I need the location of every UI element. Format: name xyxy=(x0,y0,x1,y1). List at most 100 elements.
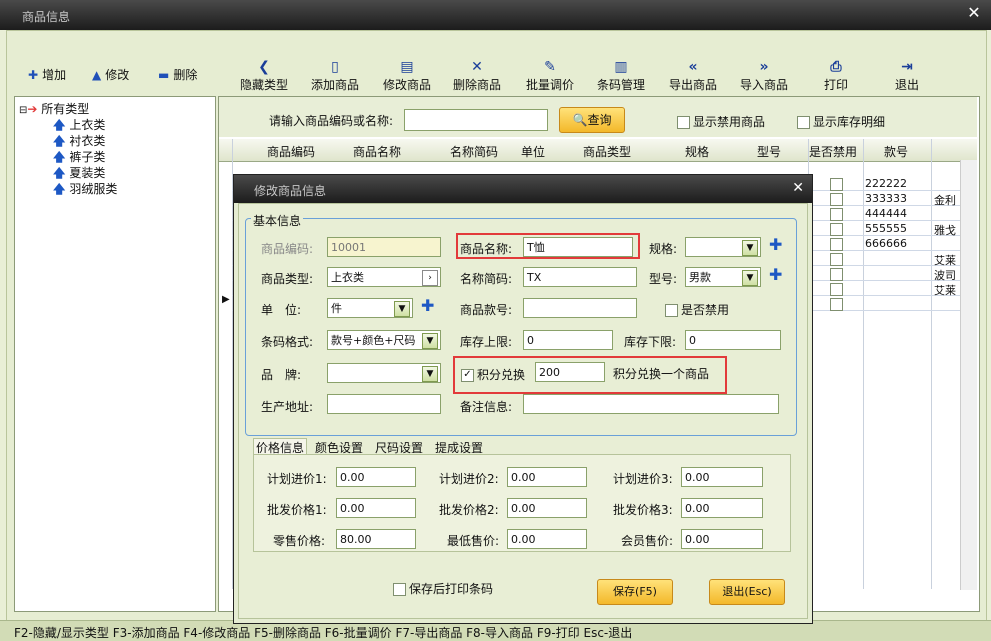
price-field[interactable]: 0.00 xyxy=(507,467,587,487)
price-field[interactable]: 0.00 xyxy=(507,529,587,549)
add-spec-icon[interactable]: ✚ xyxy=(769,235,782,254)
abbr-field[interactable]: TX xyxy=(523,267,637,287)
points-checkbox[interactable]: ✓ 积分兑换 xyxy=(461,366,525,383)
name-field[interactable]: T恤 xyxy=(523,237,633,257)
grid-cell[interactable]: 艾莱 xyxy=(934,252,956,268)
col-kuanhao[interactable]: 款号 xyxy=(863,143,929,160)
col-abbr[interactable]: 名称简码 xyxy=(439,143,509,160)
checkbox-icon xyxy=(830,208,843,221)
row-checkbox[interactable] xyxy=(830,192,846,206)
price-field[interactable]: 0.00 xyxy=(336,498,416,518)
barcode-select[interactable]: 款号+颜色+尺码 ▼ xyxy=(327,330,441,350)
tree-root-label: 所有类型 xyxy=(41,102,90,116)
dialog-body: 基本信息 商品编码: 10001 商品名称: T恤 规格: ▼ ✚ 商品类型: … xyxy=(238,203,808,619)
hide-type-button[interactable]: ❮ 隐藏类型 xyxy=(234,58,294,93)
row-checkbox[interactable] xyxy=(830,282,846,296)
price-field[interactable]: 0.00 xyxy=(336,467,416,487)
col-unit[interactable]: 单位 xyxy=(515,143,551,160)
spec-select[interactable]: ▼ xyxy=(685,237,761,257)
stock-max-field[interactable]: 0 xyxy=(523,330,613,350)
disabled-checkbox[interactable]: 是否禁用 xyxy=(665,301,729,318)
vertical-scrollbar[interactable] xyxy=(960,160,977,590)
remark-field[interactable] xyxy=(523,394,779,414)
col-spec[interactable]: 规格 xyxy=(664,143,730,160)
row-checkbox[interactable] xyxy=(830,267,846,281)
search-input[interactable] xyxy=(404,109,548,131)
show-disabled-checkbox[interactable]: 显示禁用商品 xyxy=(677,113,765,130)
checkbox-icon xyxy=(797,116,810,129)
col-disabled[interactable]: 是否禁用 xyxy=(808,143,858,160)
price-field[interactable]: 0.00 xyxy=(681,467,763,487)
row-checkbox[interactable] xyxy=(830,177,846,191)
toolbar-label: 导入商品 xyxy=(739,78,788,92)
row-checkbox[interactable] xyxy=(830,222,846,236)
grid-cell[interactable]: 雅戈 xyxy=(934,222,956,238)
tree-item[interactable]: 🡅 羽绒服类 xyxy=(53,180,117,201)
row-checkbox[interactable] xyxy=(830,207,846,221)
delete-button[interactable]: ▬ 删除 xyxy=(158,66,197,84)
print-after-save-label: 保存后打印条码 xyxy=(409,582,494,596)
price-field[interactable]: 0.00 xyxy=(681,529,763,549)
points-label: 积分兑换 xyxy=(477,368,526,382)
address-label: 生产地址: xyxy=(261,400,314,414)
edit-button[interactable]: ▲ 修改 xyxy=(92,66,129,84)
col-code[interactable]: 商品编码 xyxy=(251,143,331,160)
price-field[interactable]: 80.00 xyxy=(336,529,416,549)
col-name[interactable]: 商品名称 xyxy=(337,143,417,160)
status-text: F2-隐藏/显示类型 F3-添加商品 F4-修改商品 F5-删除商品 F6-批量… xyxy=(14,626,633,640)
grid-cell[interactable]: 金利 xyxy=(934,192,956,208)
print-after-save-checkbox[interactable]: 保存后打印条码 xyxy=(393,580,493,597)
price-field[interactable]: 0.00 xyxy=(507,498,587,518)
minus-icon: ▬ xyxy=(158,68,170,82)
stock-min-field[interactable]: 0 xyxy=(685,330,781,350)
delete-product-button[interactable]: ✕ 删除商品 xyxy=(447,58,507,93)
points-field[interactable]: 200 xyxy=(535,362,605,382)
barcode-button[interactable]: ▥ 条码管理 xyxy=(591,58,651,93)
col-type[interactable]: 商品类型 xyxy=(557,143,657,160)
remark-label: 备注信息: xyxy=(460,400,513,414)
save-button[interactable]: 保存(F5) xyxy=(597,579,673,605)
grid-cell[interactable]: 666666 xyxy=(865,237,907,250)
exit-button[interactable]: 退出(Esc) xyxy=(709,579,785,605)
type-field[interactable]: 上衣类 › xyxy=(327,267,441,287)
add-model-icon[interactable]: ✚ xyxy=(769,265,782,284)
grid-cell[interactable]: 222222 xyxy=(865,177,907,190)
close-icon[interactable]: ✕ xyxy=(965,4,983,22)
close-icon[interactable]: ✕ xyxy=(792,180,804,196)
style-field[interactable] xyxy=(523,298,637,318)
query-button[interactable]: 🔍查询 xyxy=(559,107,625,133)
grid-cell[interactable]: 555555 xyxy=(865,222,907,235)
chevron-down-icon: ▼ xyxy=(422,366,438,382)
query-label: 查询 xyxy=(587,113,612,127)
code-field[interactable]: 10001 xyxy=(327,237,441,257)
export-button[interactable]: « 导出商品 xyxy=(663,58,723,93)
chevron-down-icon: ▼ xyxy=(742,270,758,286)
brand-select[interactable]: ▼ xyxy=(327,363,441,383)
checkbox-icon xyxy=(677,116,690,129)
row-checkbox[interactable] xyxy=(830,297,846,311)
grid-cell[interactable]: 444444 xyxy=(865,207,907,220)
document-icon: ▯ xyxy=(331,59,339,75)
grid-cell[interactable]: 波司 xyxy=(934,267,956,283)
address-field[interactable] xyxy=(327,394,441,414)
show-stock-checkbox[interactable]: 显示库存明细 xyxy=(797,113,885,130)
col-model[interactable]: 型号 xyxy=(734,143,804,160)
row-checkbox[interactable] xyxy=(830,237,846,251)
unit-select[interactable]: 件 ▼ xyxy=(327,298,413,318)
add-unit-icon[interactable]: ✚ xyxy=(421,296,434,315)
price-field[interactable]: 0.00 xyxy=(681,498,763,518)
row-checkbox[interactable] xyxy=(830,252,846,266)
grid-cell[interactable]: 333333 xyxy=(865,192,907,205)
import-button[interactable]: » 导入商品 xyxy=(734,58,794,93)
add-button[interactable]: ✚ 增加 xyxy=(28,66,66,84)
exit-toolbar-button[interactable]: ⇥ 退出 xyxy=(877,58,937,93)
batch-price-button[interactable]: ✎ 批量调价 xyxy=(520,58,580,93)
add-product-button[interactable]: ▯ 添加商品 xyxy=(305,58,365,93)
grid-cell[interactable]: 艾莱 xyxy=(934,282,956,298)
print-button[interactable]: ⎙ 打印 xyxy=(806,58,866,93)
edit-product-button[interactable]: ▤ 修改商品 xyxy=(377,58,437,93)
window-title: 商品信息 xyxy=(22,10,71,24)
tree-root[interactable]: ⊟➔ 所有类型 xyxy=(19,100,89,117)
barcode-label: 条码格式: xyxy=(261,335,314,349)
model-select[interactable]: 男款 ▼ xyxy=(685,267,761,287)
